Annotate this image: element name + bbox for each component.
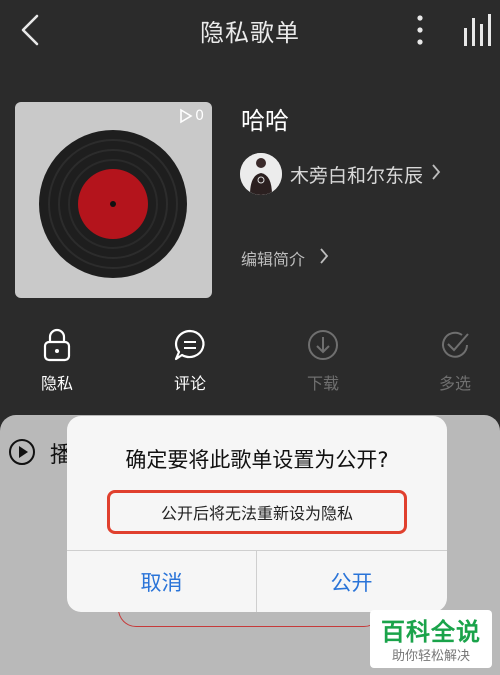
- download-icon: [308, 330, 338, 360]
- playlist-name: 哈哈: [241, 107, 289, 135]
- download-label: 下载: [306, 374, 339, 393]
- cancel-button[interactable]: 取消: [67, 551, 256, 612]
- avatar-image: [240, 153, 282, 195]
- watermark-logo: 百科全说 助你轻松解决: [370, 610, 492, 668]
- multi-select-button[interactable]: 多选: [410, 326, 500, 396]
- dialog-title: 确定要将此歌单设置为公开?: [125, 448, 389, 472]
- download-button[interactable]: 下载: [278, 326, 368, 396]
- play-count-value: 0: [195, 108, 204, 124]
- make-public-button[interactable]: 公开: [257, 551, 446, 612]
- confirm-dialog: 确定要将此歌单设置为公开? 公开后将无法重新设为隐私 取消 公开: [67, 416, 447, 612]
- avatar: [240, 153, 282, 195]
- chevron-right-icon: [431, 162, 441, 186]
- action-row: 隐私 评论 下载 多选: [0, 326, 500, 396]
- chevron-left-icon: [21, 14, 39, 46]
- page-title: 隐私歌单: [200, 18, 300, 47]
- more-vertical-icon: [417, 15, 423, 45]
- watermark-title: 百科全说: [381, 618, 481, 646]
- play-outline-icon: [180, 108, 193, 124]
- creator-name: 木旁白和尔东辰: [290, 164, 424, 187]
- watermark-subtitle: 助你轻松解决: [391, 649, 470, 664]
- dialog-message: 公开后将无法重新设为隐私: [107, 490, 407, 534]
- play-circle-icon[interactable]: [8, 438, 36, 466]
- lock-icon: [43, 328, 71, 362]
- comment-icon: [174, 329, 205, 361]
- multi-select-icon: [442, 331, 469, 358]
- vinyl-record-icon: [39, 130, 187, 278]
- back-button[interactable]: [12, 10, 48, 50]
- privacy-button[interactable]: 隐私: [12, 326, 102, 396]
- more-button[interactable]: [410, 10, 430, 50]
- comment-label: 评论: [173, 374, 206, 393]
- equalizer-button[interactable]: [460, 12, 494, 48]
- comment-button[interactable]: 评论: [145, 326, 235, 396]
- header: 隐私歌单: [0, 0, 500, 60]
- playlist-cover[interactable]: 0: [15, 102, 212, 298]
- chevron-right-icon: [319, 247, 329, 270]
- creator-row[interactable]: 木旁白和尔东辰: [240, 152, 441, 196]
- equalizer-icon: [464, 14, 491, 46]
- multi-select-label: 多选: [438, 374, 471, 393]
- edit-intro-link[interactable]: 编辑简介: [241, 246, 329, 270]
- play-count: 0: [179, 108, 204, 124]
- privacy-label: 隐私: [40, 374, 73, 393]
- edit-intro-label: 编辑简介: [241, 250, 306, 269]
